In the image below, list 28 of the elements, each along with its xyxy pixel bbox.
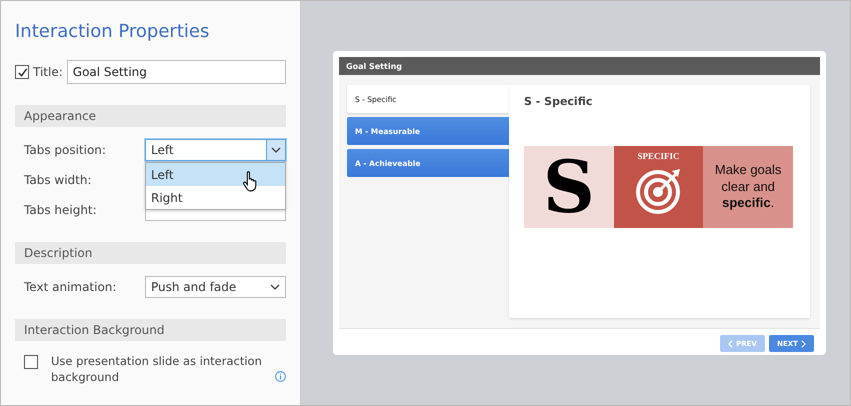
chevron-icon [270, 284, 280, 290]
section-header: Description [15, 242, 286, 264]
dropdown[interactable]: Left [145, 139, 286, 161]
section-header: Interaction Background [15, 319, 286, 341]
interaction-title-bar: Goal Setting [339, 57, 820, 75]
chevron-right-icon [800, 340, 806, 348]
banner-caption: SPECIFIC [638, 151, 680, 161]
field-label: Tabs width: [23, 173, 92, 187]
title-checkbox[interactable] [15, 65, 29, 79]
checkbox-label: Use presentation slide as interaction background [51, 353, 263, 385]
field-label: Tabs height: [23, 203, 98, 217]
content-heading: S - Specific [524, 95, 594, 108]
field-label: Tabs position: [23, 143, 107, 157]
checkbox[interactable] [24, 355, 38, 369]
section-header: Appearance [15, 105, 286, 127]
panel-heading: Interaction Properties [15, 21, 210, 44]
hand-cursor-icon [242, 171, 259, 192]
dropdown-option[interactable]: Right [146, 186, 285, 209]
banner-letter: S [542, 151, 595, 223]
chevron-icon [266, 140, 285, 160]
info-icon[interactable] [275, 371, 286, 382]
title-label: Title: [33, 65, 63, 79]
chevron-left-icon [728, 340, 734, 348]
banner-text: Make goals clear and specific. [714, 162, 782, 212]
dropdown-option[interactable]: Left [146, 163, 285, 186]
dropdown[interactable]: Push and fade [145, 276, 286, 298]
field-label: Text animation: [23, 280, 118, 294]
title-field[interactable]: Goal Setting [66, 60, 286, 84]
